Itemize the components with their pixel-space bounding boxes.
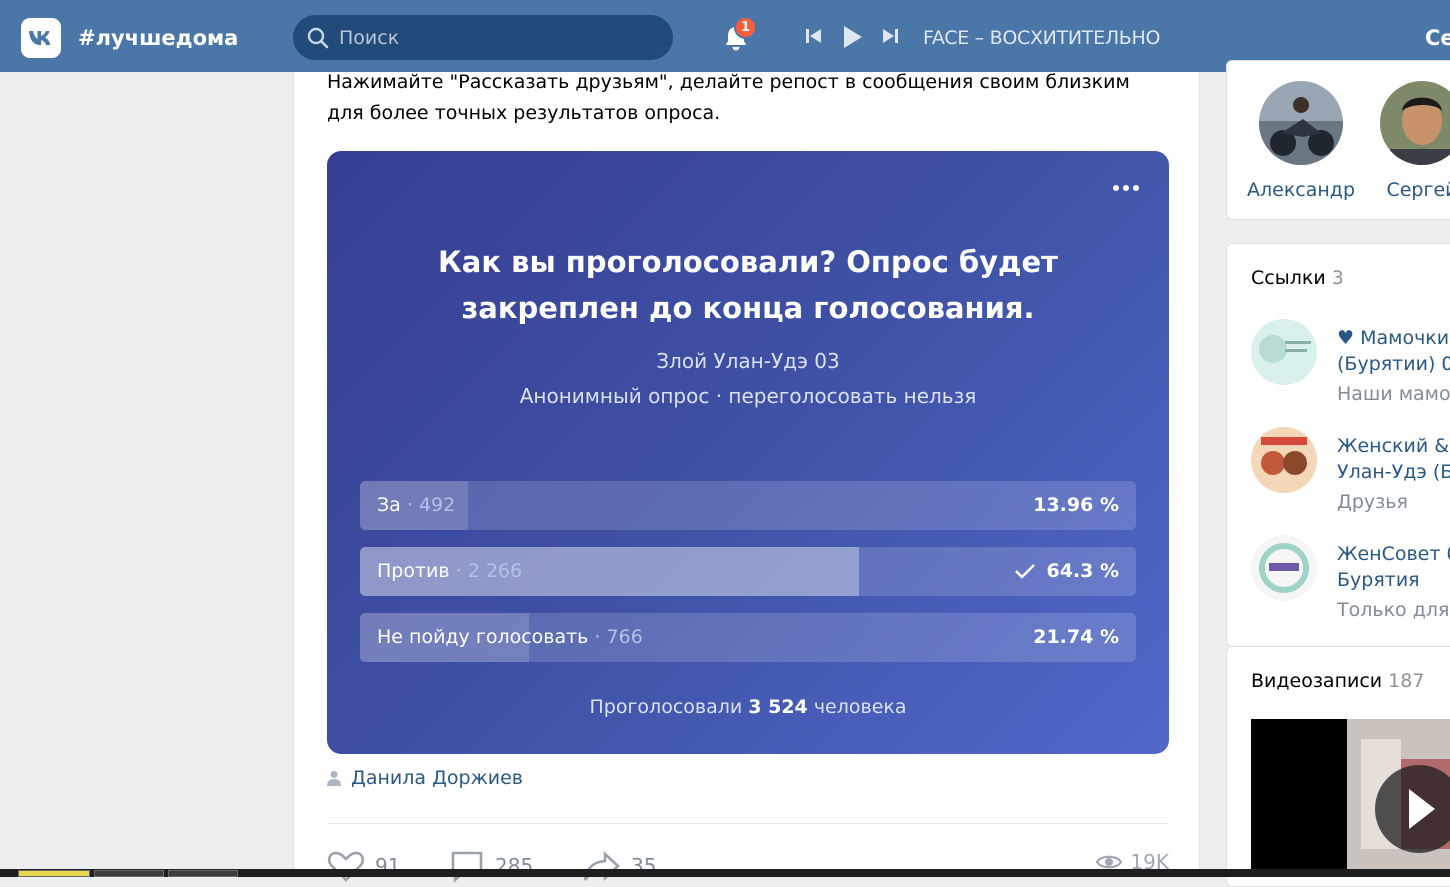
link-title[interactable]: ♥ Мамочки	[1337, 325, 1449, 351]
profile-name[interactable]: Се	[1425, 24, 1450, 52]
poll-option-label: Не пойду голосовать	[377, 626, 589, 648]
poll-option-percent: 64.3 %	[1046, 560, 1119, 582]
play-icon[interactable]	[842, 24, 864, 50]
videos-count: 187	[1388, 670, 1425, 692]
link-thumbnail[interactable]	[1251, 319, 1317, 385]
videos-card: Видеозаписи 187	[1226, 647, 1450, 887]
next-track-icon[interactable]	[881, 26, 899, 46]
poll-option-label: За	[377, 494, 401, 516]
video-thumbnail[interactable]	[1251, 719, 1450, 869]
comment-button[interactable]: 285	[449, 850, 533, 882]
comment-icon	[451, 851, 483, 882]
now-playing-title[interactable]: FACE – ВОСХИТИТЕЛЬНО	[923, 25, 1160, 51]
poll-option-count: 2 266	[467, 560, 523, 582]
links-title: Ссылки	[1251, 267, 1326, 289]
os-taskbar	[0, 869, 1450, 877]
search-icon	[307, 27, 329, 49]
poll-author[interactable]: Злой Улан-Удэ 03	[327, 347, 1169, 375]
poll-meta: Анонимный опрос · переголосовать нельзя	[519, 384, 977, 408]
link-description: Друзья	[1337, 491, 1408, 513]
friend-name[interactable]: Сергей	[1362, 177, 1450, 203]
poll-option-count: 766	[606, 626, 643, 648]
link-thumbnail[interactable]	[1251, 427, 1317, 493]
share-icon	[583, 851, 620, 881]
post-signer: Данила Доржиев	[327, 764, 523, 792]
friend-avatar[interactable]	[1380, 81, 1450, 165]
videos-header[interactable]: Видеозаписи 187	[1251, 668, 1424, 694]
links-count: 3	[1331, 267, 1344, 289]
videos-title: Видеозаписи	[1251, 670, 1383, 692]
friend-item[interactable]: Сергей	[1362, 81, 1450, 203]
poll-option-label: Против	[377, 560, 450, 582]
search-box[interactable]	[293, 15, 673, 60]
divider	[327, 823, 1169, 824]
post-text: Нажимайте "Рассказать друзьям", делайте …	[327, 67, 1167, 129]
more-options-icon[interactable]	[1113, 185, 1139, 191]
checkmark-icon	[1015, 564, 1036, 579]
poll-total-count: 3 524	[748, 696, 808, 718]
links-header[interactable]: Ссылки 3	[1251, 265, 1344, 291]
app-title[interactable]: #лучшедома	[78, 24, 238, 52]
link-item[interactable]: ЖенСовет 03 Бурятия Только для д	[1251, 535, 1450, 621]
notification-badge: 1	[734, 16, 757, 39]
poll-question: Как вы проголосовали? Опрос будет закреп…	[438, 245, 1058, 325]
signer-name[interactable]: Данила Доржиев	[351, 764, 523, 792]
poll-total-prefix: Проголосовали	[589, 696, 743, 718]
links-card: Ссылки3 ♥ Мамочки (Бурятии) 03 Наши мамо…	[1226, 243, 1450, 647]
poll-card: Как вы проголосовали? Опрос будет закреп…	[327, 151, 1169, 754]
like-button[interactable]: 91	[327, 850, 400, 882]
taskbar-item[interactable]	[94, 870, 164, 877]
link-thumbnail[interactable]	[1251, 535, 1317, 601]
link-title-line2[interactable]: Бурятия	[1337, 567, 1420, 593]
link-title-line2[interactable]: Улан-Удэ (Б	[1337, 459, 1450, 485]
user-icon	[327, 771, 341, 786]
poll-option[interactable]: За · 492 13.96 %	[360, 481, 1136, 530]
link-item[interactable]: ♥ Мамочки (Бурятии) 03 Наши мамоч	[1251, 319, 1450, 405]
link-description: Только для д	[1337, 599, 1450, 621]
post-text-line: Нажимайте "Рассказать друзьям", делайте …	[327, 71, 1130, 93]
vk-logo-icon[interactable]	[21, 18, 61, 58]
link-title[interactable]: ЖенСовет 03	[1337, 541, 1450, 567]
poll-option-percent: 13.96 %	[1033, 494, 1119, 516]
friend-avatar[interactable]	[1259, 81, 1343, 165]
previous-track-icon[interactable]	[805, 26, 823, 46]
taskbar-item[interactable]	[18, 870, 90, 877]
poll-option-count: 492	[418, 494, 456, 516]
wall-post: Нажимайте "Рассказать друзьям", делайте …	[293, 71, 1200, 882]
post-text-line: для более точных результатов опроса.	[327, 102, 721, 124]
friend-item[interactable]: Александр	[1241, 81, 1361, 203]
friend-name[interactable]: Александр	[1241, 177, 1361, 203]
taskbar-item[interactable]	[168, 870, 238, 877]
link-title-line2[interactable]: (Бурятии) 03	[1337, 351, 1450, 377]
link-item[interactable]: Женский & М Улан-Удэ (Б Друзья	[1251, 427, 1450, 513]
search-input[interactable]	[337, 20, 661, 56]
poll-option[interactable]: Против · 2 266 64.3 %	[360, 547, 1136, 596]
poll-total-suffix: человека	[813, 696, 907, 718]
heart-icon	[327, 851, 365, 882]
share-button[interactable]: 35	[583, 850, 656, 882]
link-title[interactable]: Женский & М	[1337, 433, 1450, 459]
poll-option-percent: 21.74 %	[1033, 626, 1119, 648]
poll-total[interactable]: Проголосовали 3 524 человека	[327, 693, 1169, 721]
poll-option[interactable]: Не пойду голосовать · 766 21.74 %	[360, 613, 1136, 662]
link-description: Наши мамоч	[1337, 383, 1450, 405]
friends-card: Александр Сергей	[1226, 60, 1450, 220]
